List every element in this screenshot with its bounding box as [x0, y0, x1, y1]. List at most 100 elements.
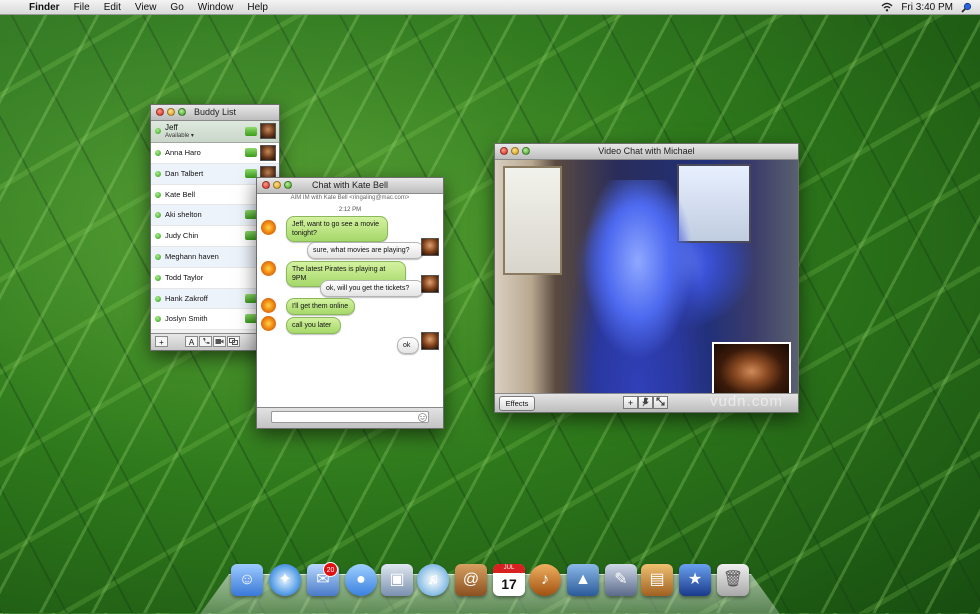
my-name: Jeff	[165, 123, 178, 132]
close-button[interactable]	[262, 181, 270, 189]
chat-timestamp: 2:12 PM	[338, 207, 362, 213]
self-view-preview[interactable]	[712, 342, 791, 394]
clock[interactable]: Fri 3:40 PM	[901, 2, 953, 13]
available-status-icon	[155, 316, 161, 323]
buddy-name: Aki shelton	[165, 210, 202, 220]
my-status-row[interactable]: Jeff Available ▾	[151, 121, 279, 143]
chat-title: Chat with Kate Bell	[311, 180, 389, 190]
buddy-flower-avatar	[261, 298, 276, 313]
my-status-menu[interactable]: Available ▾	[165, 132, 194, 139]
remote-participant	[563, 180, 713, 394]
video-chat-titlebar[interactable]: Video Chat with Michael	[495, 144, 798, 160]
message-bubble: call you later	[286, 317, 341, 334]
buddy-name: Todd Taylor	[165, 272, 204, 282]
video-capable-icon	[245, 127, 257, 136]
minimize-button[interactable]	[511, 147, 519, 155]
camera-icon	[215, 339, 224, 344]
iphoto-icon[interactable]: ▤	[641, 564, 673, 596]
video-chat-button[interactable]	[213, 336, 226, 347]
message-bubble: I'll get them online	[286, 298, 355, 315]
chat-input-bar	[257, 407, 443, 428]
phone-icon	[202, 338, 209, 345]
buddy-flower-avatar	[261, 316, 276, 331]
preview-icon[interactable]: ▣	[381, 564, 413, 596]
trash-icon[interactable]: 🗑	[717, 564, 749, 596]
menu-extras: Fri 3:40 PM	[881, 2, 980, 13]
ical-day: 17	[501, 576, 517, 592]
message-bubble: sure, what movies are playing?	[307, 242, 424, 259]
audio-chat-button[interactable]	[199, 336, 212, 347]
wifi-icon[interactable]	[881, 2, 893, 12]
add-participant-button[interactable]: +	[623, 396, 638, 409]
available-status-icon	[155, 150, 161, 156]
keynote-icon[interactable]: ▲	[567, 564, 599, 596]
zoom-button[interactable]	[284, 181, 292, 189]
buddy-row[interactable]: Anna Haro	[151, 143, 279, 164]
buddy-name: Anna Haro	[165, 148, 201, 157]
available-status-icon	[155, 233, 161, 240]
mute-button[interactable]	[638, 396, 653, 409]
available-status-icon	[155, 295, 161, 302]
buddy-name: Hank Zakroff	[165, 293, 208, 303]
ical-icon[interactable]: JUL 17	[493, 564, 525, 596]
available-status-icon	[155, 274, 161, 281]
screen-sharing-icon	[229, 338, 238, 345]
safari-icon[interactable]: ✦	[269, 564, 301, 596]
chat-titlebar[interactable]: Chat with Kate Bell	[257, 178, 443, 194]
available-status-icon	[155, 170, 161, 177]
chat-window: Chat with Kate Bell AIM IM with Kate Bel…	[256, 177, 444, 429]
menu-edit[interactable]: Edit	[97, 2, 128, 13]
window-controls	[262, 181, 292, 189]
buddy-flower-avatar	[261, 220, 276, 235]
spotlight-icon[interactable]	[961, 2, 972, 13]
my-avatar	[421, 238, 439, 256]
video-chat-title: Video Chat with Michael	[598, 146, 695, 156]
finder-icon[interactable]: ☺	[231, 564, 263, 596]
video-chat-window: Video Chat with Michael Effects +	[494, 143, 799, 413]
menu-view[interactable]: View	[128, 2, 164, 13]
fullscreen-button[interactable]	[653, 396, 668, 409]
effects-button[interactable]: Effects	[499, 396, 535, 411]
zoom-button[interactable]	[178, 108, 186, 116]
add-buddy-button[interactable]: +	[155, 336, 168, 347]
menu-help[interactable]: Help	[240, 2, 275, 13]
text-chat-button[interactable]: A	[185, 336, 198, 347]
imovie-icon[interactable]: ★	[679, 564, 711, 596]
smiley-icon[interactable]	[418, 413, 427, 422]
buddy-list-titlebar[interactable]: Buddy List	[151, 105, 279, 121]
buddy-list-title: Buddy List	[193, 107, 237, 117]
ichat-icon[interactable]: ●	[345, 564, 377, 596]
minimize-button[interactable]	[167, 108, 175, 116]
message-input[interactable]	[271, 411, 429, 423]
message-bubble: Jeff, want to go see a movie tonight?	[286, 216, 388, 242]
xcode-icon[interactable]: ✎	[605, 564, 637, 596]
menu-bar: Finder File Edit View Go Window Help Fri…	[0, 0, 980, 15]
message-bubble: ok	[397, 337, 419, 354]
chat-subtitle: AIM IM with Kate Bell <ringaling@mac.com…	[290, 195, 410, 201]
close-button[interactable]	[500, 147, 508, 155]
buddy-name: Dan Talbert	[165, 168, 204, 178]
remote-video-feed[interactable]	[495, 160, 798, 394]
menu-app-finder[interactable]: Finder	[22, 2, 67, 13]
menu-go[interactable]: Go	[163, 2, 190, 13]
itunes-icon[interactable]: ♫	[417, 564, 449, 596]
minimize-button[interactable]	[273, 181, 281, 189]
video-camera-icon[interactable]	[245, 148, 257, 157]
background-window	[503, 166, 562, 275]
ical-month: JUL	[493, 564, 525, 573]
menu-window[interactable]: Window	[191, 2, 241, 13]
zoom-button[interactable]	[522, 147, 530, 155]
buddy-flower-avatar	[261, 261, 276, 276]
my-avatar	[421, 275, 439, 293]
buddy-avatar	[260, 145, 276, 161]
close-button[interactable]	[156, 108, 164, 116]
my-avatar[interactable]	[260, 123, 276, 139]
message-bubble: ok, will you get the tickets?	[320, 280, 424, 297]
my-avatar	[421, 332, 439, 350]
address-book-icon[interactable]: @	[455, 564, 487, 596]
menu-file[interactable]: File	[67, 2, 97, 13]
window-controls	[500, 147, 530, 155]
garageband-icon[interactable]: ♪	[529, 564, 561, 596]
available-status-icon	[155, 191, 161, 198]
screen-sharing-button[interactable]	[227, 336, 240, 347]
